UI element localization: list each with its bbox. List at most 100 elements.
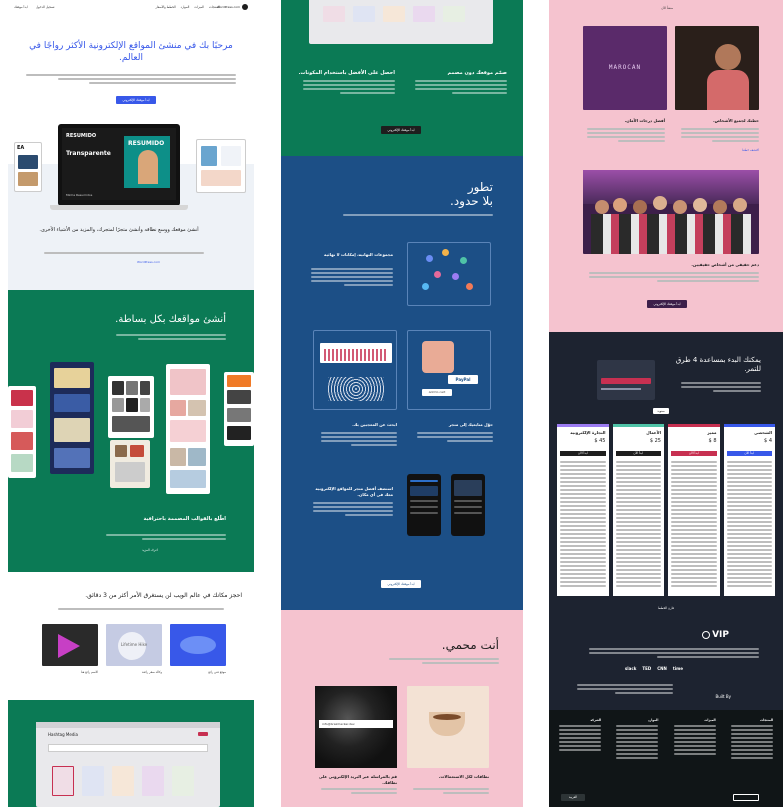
promo-link[interactable]: WordPress.com: [137, 260, 160, 264]
editor-section: Hashtag Media: [8, 700, 254, 807]
people-card-image: [675, 26, 759, 110]
secure-section: أنت محمي. info@brainhacker.dev قم بالمرا…: [281, 610, 523, 807]
template-card[interactable]: [50, 362, 94, 474]
header: WordPress.com المنتجات الميزات الموارد ا…: [8, 0, 254, 14]
phone-mockup: [451, 474, 485, 536]
login-link[interactable]: تسجيل الدخول: [36, 5, 55, 9]
domains-section: احجز مكانك في عالم الويب لن يستغرق الأمر…: [8, 572, 254, 700]
promo-title: أنشئ موقعك ووسع نطاقه وأنشئ متجرًا لمتجر…: [39, 227, 199, 233]
plans-link[interactable]: اكتشف خطتنا: [742, 148, 759, 152]
main-nav: المنتجات الميزات الموارد الخطط والأسعار: [155, 5, 220, 9]
partner-logos: slack TED CNN time: [624, 666, 683, 671]
mockup-laptop: RESUMIDO Transparente RESUMIDO Minha Res…: [50, 124, 188, 210]
editor-mockup: Hashtag Media: [36, 722, 220, 807]
footer-column: الموارد: [616, 718, 659, 761]
grow-start-button[interactable]: ابدأ موقعك الإلكتروني: [381, 580, 421, 588]
payments-panel: PayPal Add to cart: [407, 330, 491, 410]
template-card[interactable]: [166, 364, 210, 494]
app-badge[interactable]: [733, 794, 759, 801]
email-field: info@brainhacker.dev: [319, 720, 393, 728]
plan-card[interactable]: الشخصي 4 $ ابدأ الآن: [723, 424, 775, 596]
security-card-title: أفضل درجات الأمان.: [624, 118, 665, 123]
integrations-panel: [407, 242, 491, 306]
design-section: صمّم موقعك دون مصمم احصل على الأفضل باست…: [281, 0, 523, 156]
marocan-logo: MAROCAN: [608, 64, 642, 71]
templates-feature-title: اطّلع بالقوالب المصممة باحترافية: [143, 516, 226, 522]
column-3: منشأ الآن MAROCAN أفضل درجات الأمان. خطت…: [549, 0, 783, 807]
email-card-title: قم بالمراسلة عبر البريد الإلكتروني على ن…: [318, 774, 397, 785]
wordpress-logo-icon: [242, 4, 248, 10]
feature2-title: احصل على الأفضل باستخدام المكونات.: [298, 70, 395, 76]
wordpress-logo-icon: [702, 631, 711, 639]
grow-section: تطور بلا حدود. مجموعات التهانية، إمكانات…: [281, 156, 523, 610]
footer-column: الشركة: [559, 718, 602, 761]
hero-title: مرحبًا بك في منشئ المواقع الإلكترونية ال…: [29, 41, 233, 63]
template-card[interactable]: [8, 386, 36, 478]
people-card-title: خطتك لجميع الأشخاص.: [713, 118, 759, 123]
templates-link[interactable]: اعرف المزيد: [142, 548, 158, 552]
support-title: دعم حقيقي من أشخاص حقيقيين.: [691, 262, 759, 267]
hosting-title: استضف أفضل متجر للمواقع الإلكترونية معك …: [315, 486, 393, 497]
footer-column: المنتجات: [731, 718, 773, 761]
audience-title: ابحث عن المعجبين بك.: [352, 422, 397, 427]
nav-item[interactable]: الميزات: [194, 5, 204, 9]
support-start-button[interactable]: ابدأ موقعك الإلكتروني: [647, 300, 687, 308]
plan-card[interactable]: التجارة الإلكترونية 45 $ ابدأ الآن: [557, 424, 609, 596]
grow-title-line1: تطور: [467, 180, 493, 194]
domains-card-title: نطاقات لكل الاستعمالات.: [438, 774, 489, 779]
column-2: صمّم موقعك دون مصمم احصل على الأفضل باست…: [281, 0, 523, 807]
domain-card[interactable]: [42, 624, 98, 666]
language-selector[interactable]: العربية: [561, 794, 585, 801]
pricing-title: يمكنك البدء بمساعدة 4 طرق للتمر.: [675, 356, 761, 373]
domains-title: احجز مكانك في عالم الويب لن يستغرق الأمر…: [85, 592, 242, 599]
template-card[interactable]: [108, 376, 154, 438]
mockup-phone: [196, 139, 246, 193]
integrations-title: مجموعات التهانية، إمكانات لا نهائية: [324, 252, 393, 257]
hero-subtitle: [26, 74, 236, 86]
world-map: [328, 377, 384, 401]
promo-section: أنشئ موقعك ووسع نطاقه وأنشئ متجرًا لمتجر…: [8, 214, 254, 290]
security-card-image: MAROCAN: [583, 26, 667, 110]
design-start-button[interactable]: ابدأ موقعك الإلكتروني: [381, 126, 421, 134]
template-card[interactable]: [224, 372, 254, 446]
mockup-tablet: EA: [14, 142, 42, 192]
support-section: منشأ الآن MAROCAN أفضل درجات الأمان. خطت…: [549, 0, 783, 332]
footer-column: الميزات: [673, 718, 716, 761]
feature1-title: صمّم موقعك دون مصمم: [447, 70, 507, 76]
analytics-panel: [313, 330, 397, 410]
start-link[interactable]: ابدأ موقعك: [14, 5, 28, 9]
nav-item[interactable]: الموارد: [181, 5, 190, 9]
compare-plans-link[interactable]: قارن الخطط: [549, 606, 783, 610]
top-label: منشأ الآن: [661, 6, 673, 10]
pricing-widget: [597, 360, 655, 400]
hero-start-button[interactable]: ابدأ موقعك الإلكتروني: [116, 96, 156, 104]
footer: المنتجات الميزات الموارد الشركة العربية: [549, 710, 783, 807]
template-card[interactable]: [110, 440, 150, 488]
payments-title: حوّل متابعيك إلى متجر: [448, 422, 493, 427]
billing-toggle[interactable]: سنوية: [653, 408, 669, 414]
paypal-badge: PayPal: [448, 375, 478, 384]
add-to-cart-button[interactable]: Add to cart: [422, 389, 452, 396]
logo[interactable]: WordPress.com: [217, 4, 248, 10]
domain-card[interactable]: Lifetime Hike: [106, 624, 162, 666]
built-by: Built By: [715, 694, 731, 699]
templates-section: أنشئ مواقعك بكل بساطة. اطّلع بالقوالب ال…: [8, 290, 254, 572]
collage: WordPress.com المنتجات الميزات الموارد ا…: [0, 0, 783, 807]
plan-card[interactable]: مميز 8 $ ابدأ الآن: [668, 424, 720, 596]
hero-section: مرحبًا بك في منشئ المواقع الإلكترونية ال…: [8, 14, 254, 214]
team-photo: [583, 170, 759, 254]
nav-item[interactable]: الخطط والأسعار: [155, 5, 175, 9]
plans-grid: الشخصي 4 $ ابدأ الآن مميز 8 $ ابدأ الآن …: [557, 424, 775, 596]
vip-logo: VIP: [702, 630, 729, 640]
nav-item[interactable]: المنتجات: [209, 5, 220, 9]
pricing-section: يمكنك البدء بمساعدة 4 طرق للتمر. سنوية ا…: [549, 332, 783, 626]
plan-card[interactable]: الأعمال 25 $ ابدأ الآن: [612, 424, 664, 596]
grow-title-line2: بلا حدود.: [450, 194, 493, 208]
domains-card-image: [407, 686, 489, 768]
column-1: WordPress.com المنتجات الميزات الموارد ا…: [8, 0, 254, 807]
secure-title: أنت محمي.: [441, 638, 499, 652]
templates-title: أنشئ مواقعك بكل بساطة.: [115, 314, 226, 325]
domain-card[interactable]: [170, 624, 226, 666]
vip-section: VIP slack TED CNN time Built By: [549, 626, 783, 710]
email-card-image: info@brainhacker.dev: [315, 686, 397, 768]
